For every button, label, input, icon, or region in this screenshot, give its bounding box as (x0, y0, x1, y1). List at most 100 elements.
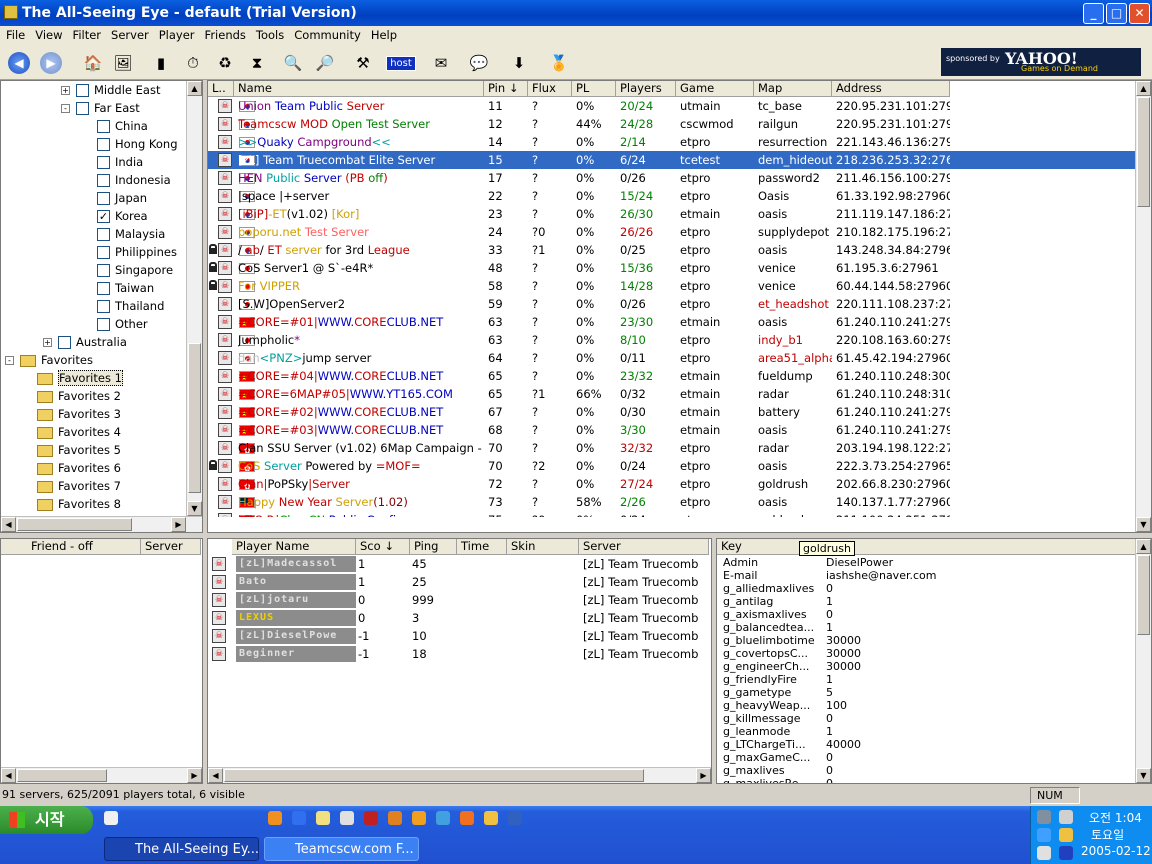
tree-horizontal-scrollbar[interactable]: ◀ ▶ (1, 516, 202, 532)
rule-row[interactable]: g_antilag 1 (721, 595, 1131, 608)
checkbox[interactable] (58, 336, 71, 349)
scroll-left-arrow[interactable]: ◀ (208, 768, 223, 783)
zoom-out-icon[interactable]: 🔎 (312, 50, 338, 76)
scroll-thumb[interactable] (17, 769, 107, 782)
checkbox[interactable] (97, 264, 110, 277)
menu-file[interactable]: File (0, 26, 29, 45)
quicklaunch-icon[interactable] (292, 811, 306, 825)
server-row[interactable]: ☠ Clan SSU Server (v1.02) 6Map Campaign -… (208, 439, 1137, 460)
tree-item[interactable]: + Middle East (61, 81, 160, 99)
server-row[interactable]: ☠ CoS Server Powered by =MOF= 70 ?2 0% 0/24 et… (208, 457, 1137, 478)
checkbox[interactable] (97, 300, 110, 313)
quicklaunch-icon[interactable] (508, 811, 522, 825)
image-icon[interactable]: 🖼 (110, 50, 136, 76)
column-header[interactable]: Sco ↓ (356, 539, 410, 555)
server-row[interactable]: ☠ / ab/ ET server for 3rd League 33 ?1 0% 0/2… (208, 241, 1137, 259)
tree-item[interactable]: Favorites 1 (37, 369, 123, 387)
taskbar-item-firefox[interactable]: Teamcscw.com F... (264, 837, 419, 861)
rule-row[interactable]: g_bluelimbotime 30000 (721, 634, 1131, 647)
checkbox[interactable] (76, 84, 89, 97)
server-row[interactable]: ☠ [zL] Team Truecombat Elite Server 15? 0% 6… (208, 151, 1137, 169)
column-header[interactable]: Player Name (232, 539, 356, 555)
tree-item[interactable]: - Favorites (5, 351, 93, 369)
server-row[interactable]: ☠ =CORE=6MAP#05|WWW.YT165.COM 65 ?1 66% 0/32 e… (208, 385, 1137, 405)
player-row[interactable]: ☠ [zL]jotaru 0 999 [zL] Team Truecomb (208, 591, 711, 609)
tree-item[interactable]: Indonesia (97, 171, 171, 189)
column-header[interactable]: Players (616, 81, 676, 97)
scroll-right-arrow[interactable]: ▶ (696, 768, 711, 783)
rule-row[interactable]: g_balancedtea... 1 (721, 621, 1131, 634)
rule-row[interactable]: g_killmessage 0 (721, 712, 1131, 725)
rule-row[interactable]: Admin DieselPower (721, 556, 1131, 569)
quicklaunch-icon[interactable] (364, 811, 378, 825)
friends-horizontal-scrollbar[interactable]: ◀ ▶ (1, 767, 202, 783)
mail-icon[interactable]: ✉ (428, 50, 454, 76)
tree-item[interactable]: Favorites 7 (37, 477, 121, 495)
expand-toggle-icon[interactable]: - (61, 104, 70, 113)
yahoo-sponsor-banner[interactable]: sponsored by YAHOO! Games on Demand (941, 48, 1141, 76)
tree-item[interactable]: Favorites 8 (37, 495, 121, 513)
player-row[interactable]: ☠ [zL]DieselPowe -1 10 [zL] Team Truecomb (208, 627, 711, 645)
column-header[interactable]: Name (234, 81, 484, 97)
tree-item[interactable]: Favorites 3 (37, 405, 121, 423)
menu-help[interactable]: Help (365, 26, 401, 45)
award-icon[interactable]: 🏅 (546, 50, 572, 76)
rule-row[interactable]: g_gametype 5 (721, 686, 1131, 699)
column-header[interactable]: Pin ↓ (484, 81, 528, 97)
minimize-button[interactable]: _ (1083, 3, 1104, 24)
column-header[interactable]: PL (572, 81, 616, 97)
scroll-down-arrow[interactable]: ▼ (1136, 768, 1151, 783)
tree-item[interactable]: Other (97, 315, 148, 333)
server-row[interactable]: ☠ HEN Public Server (PB off) 17? 0% 0/26 etpr… (208, 169, 1137, 187)
forward-icon[interactable]: ▶ (38, 50, 64, 76)
checkbox[interactable] (97, 174, 110, 187)
server-row[interactable]: ☠ =CORE=#04|WWW.CORECLUB.NET 65? 0% 23/32 etm… (208, 367, 1137, 387)
rule-row[interactable]: g_covertopsC... 30000 (721, 647, 1131, 660)
maximize-button[interactable]: □ (1106, 3, 1127, 24)
tray-icon[interactable] (1037, 828, 1051, 842)
rules-vertical-scrollbar[interactable]: ▲ ▼ (1135, 539, 1151, 783)
server-row[interactable]: ☠ |space |+server 22? 0% 15/24 etpro Oasis 61.3… (208, 187, 1137, 205)
player-row[interactable]: ☠ Beginner -1 18 [zL] Team Truecomb (208, 645, 711, 663)
rule-row[interactable]: g_maxGameC... 0 (721, 751, 1131, 764)
checkbox[interactable] (76, 102, 89, 115)
server-row[interactable]: ☠ Teamcscw MOD Open Test Server 12? 44% 24/2… (208, 115, 1137, 133)
players-horizontal-scrollbar[interactable]: ◀ ▶ (208, 767, 711, 783)
tree-item[interactable]: Philippines (97, 243, 177, 261)
tree-item[interactable]: Taiwan (97, 279, 154, 297)
quicklaunch-icon[interactable] (484, 811, 498, 825)
timer-icon[interactable]: ⏱ (180, 50, 206, 76)
checkbox[interactable] (97, 138, 110, 151)
checkbox[interactable] (97, 228, 110, 241)
server-row[interactable]: ☠ Jumpholic* 63? 0% 8/10 etpro indy_b1 220.108.… (208, 331, 1137, 349)
server-row[interactable]: ☠ dan<PNZ>jump server 64? 0% 0/11 etpro area51… (208, 349, 1137, 367)
server-row[interactable]: ☠ I.T.O.P.|Clan.CN Public Config 75 ?0 0% 0/2… (208, 511, 1137, 517)
checkbox[interactable] (97, 156, 110, 169)
tree-item[interactable]: - Far East (61, 99, 140, 117)
refresh-icon[interactable]: ♻ (212, 50, 238, 76)
quicklaunch-icon[interactable] (436, 811, 450, 825)
server-row[interactable]: ☠ For VIPPER 58? 0% 14/28 etpro venice 60.44.14… (208, 277, 1137, 295)
server-row[interactable]: ☠ =CORE=#03|WWW.CORECLUB.NET 68? 0% 3/30 etma… (208, 421, 1137, 441)
server-row[interactable]: ☠ Clan|PoPSky|Server 72? 0% 27/24 etpro goldru… (208, 475, 1137, 496)
tray-icon[interactable] (1037, 846, 1051, 860)
tree-item[interactable]: Singapore (97, 261, 173, 279)
quicklaunch-icon[interactable] (340, 811, 354, 825)
chat-icon[interactable]: 💬 (466, 50, 492, 76)
rule-row[interactable]: g_friendlyFire 1 (721, 673, 1131, 686)
checkbox[interactable] (97, 246, 110, 259)
column-header[interactable]: Address (832, 81, 950, 97)
scroll-up-arrow[interactable]: ▲ (1136, 81, 1151, 96)
scroll-thumb[interactable] (17, 518, 132, 531)
player-row[interactable]: ☠ LEXUS 0 3 [zL] Team Truecomb (208, 609, 711, 627)
tray-icon[interactable] (1059, 846, 1073, 860)
rule-row[interactable]: g_heavyWeap... 100 (721, 699, 1131, 712)
scroll-left-arrow[interactable]: ◀ (1, 517, 16, 532)
server-row[interactable]: ☠ [iBiP]-ET(v1.02) [Kor] 23? 0% 26/30 etmain o… (208, 205, 1137, 223)
tree-item[interactable]: Favorites 2 (37, 387, 121, 405)
filter-icon[interactable]: ⧗ (244, 50, 270, 76)
menu-view[interactable]: View (29, 26, 66, 45)
menu-filter[interactable]: Filter (67, 26, 105, 45)
scroll-thumb[interactable] (1137, 555, 1150, 635)
player-row[interactable]: ☠ [zL]Madecassol 1 45 [zL] Team Truecomb (208, 555, 711, 573)
